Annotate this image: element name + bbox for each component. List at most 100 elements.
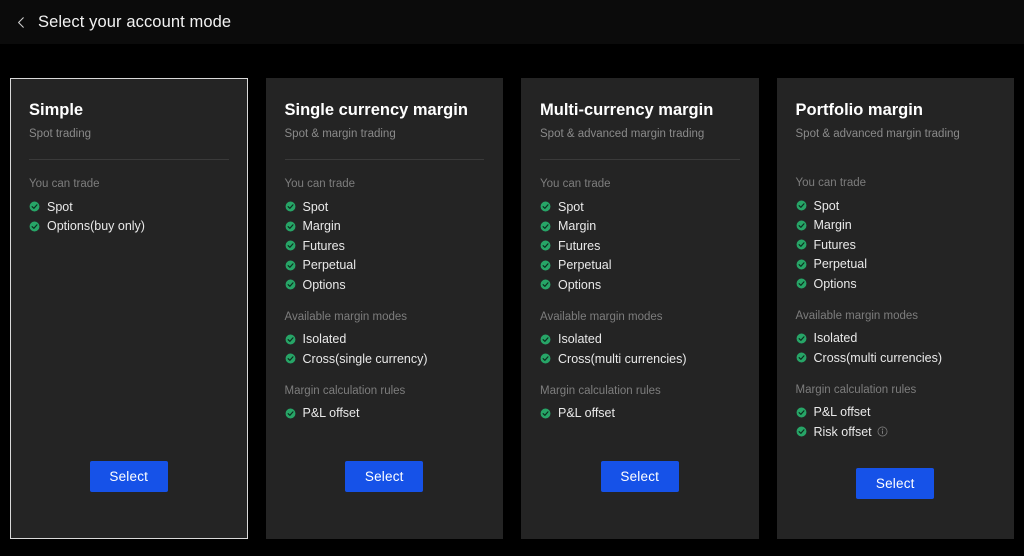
- feature-item: Options: [540, 275, 740, 295]
- check-circle-icon: [796, 200, 814, 211]
- feature-label: Futures: [558, 239, 600, 253]
- card-section: Available margin modes Isolated Cross(sing…: [285, 311, 485, 369]
- feature-list: Isolated Cross(multi currencies): [796, 329, 996, 368]
- feature-list: Spot Margin Futures Perpetual Options: [796, 196, 996, 294]
- check-circle-icon: [796, 352, 814, 363]
- card-section: Available margin modesIsolatedCross(mult…: [796, 310, 996, 368]
- feature-item: Isolated: [285, 330, 485, 350]
- feature-label: Cross(single currency): [303, 352, 428, 366]
- feature-item: Spot: [29, 197, 229, 217]
- feature-item: Margin: [796, 216, 996, 236]
- feature-label: Options: [558, 278, 601, 292]
- info-circle-icon[interactable]: [872, 426, 888, 437]
- feature-label: Spot: [303, 200, 329, 214]
- feature-label: Options: [814, 277, 857, 291]
- select-button[interactable]: Select: [90, 461, 168, 492]
- account-mode-card-multi-currency-margin[interactable]: Multi-currency margin Spot & advanced mar…: [521, 78, 759, 539]
- card-spacer: [29, 252, 229, 461]
- feature-label: Perpetual: [814, 257, 868, 271]
- feature-item: Cross(single currency): [285, 349, 485, 369]
- check-circle-icon: [540, 279, 558, 290]
- section-label: Margin calculation rules: [540, 385, 740, 397]
- feature-item: Isolated: [540, 330, 740, 350]
- card-title: Portfolio margin: [796, 101, 996, 121]
- account-mode-card-portfolio-margin[interactable]: Portfolio marginSpot & advanced margin t…: [777, 78, 1015, 539]
- check-circle-icon: [796, 278, 814, 289]
- feature-label: P&L offset: [303, 406, 360, 420]
- feature-label: Spot: [814, 199, 840, 213]
- account-mode-card-single-currency-margin[interactable]: Single currency margin Spot & margin trad…: [266, 78, 504, 539]
- page-header: Select your account mode: [0, 0, 1024, 44]
- card-divider: [540, 159, 740, 160]
- feature-label: Options: [303, 278, 346, 292]
- select-button[interactable]: Select: [601, 461, 679, 492]
- card-spacer: [285, 439, 485, 461]
- bottom-cutoff-text: [14, 541, 17, 551]
- feature-item: Cross(multi currencies): [796, 348, 996, 368]
- feature-item: Margin: [540, 217, 740, 237]
- card-title: Multi-currency margin: [540, 101, 740, 121]
- check-circle-icon: [540, 240, 558, 251]
- feature-list: Isolated Cross(single currency): [285, 330, 485, 369]
- check-circle-icon: [796, 426, 814, 437]
- check-circle-icon: [796, 407, 814, 418]
- card-subtitle: Spot & advanced margin trading: [540, 127, 740, 141]
- select-button-wrap: Select: [285, 461, 485, 538]
- check-circle-icon: [285, 408, 303, 419]
- check-circle-icon: [285, 240, 303, 251]
- feature-label: Cross(multi currencies): [814, 351, 943, 365]
- feature-label: Risk offset: [814, 425, 872, 439]
- feature-list: Spot MarginFutures Perpetual Options: [285, 197, 485, 295]
- card-section: You can trade Spot MarginFutures Perpetual O…: [285, 178, 485, 295]
- card-section: Available margin modes Isolated Cross(mult…: [540, 311, 740, 369]
- section-label: Available margin modes: [285, 311, 485, 323]
- feature-list: P&L offset Risk offset: [796, 403, 996, 442]
- check-circle-icon: [285, 201, 303, 212]
- check-circle-icon: [796, 239, 814, 250]
- feature-item: Margin: [285, 217, 485, 237]
- feature-item: Spot: [285, 197, 485, 217]
- card-subtitle: Spot & margin trading: [285, 127, 485, 141]
- feature-label: Isolated: [303, 332, 347, 346]
- card-section: You can trade Spot Margin Futures Perpetual O…: [796, 177, 996, 294]
- feature-list: P&L offset: [285, 404, 485, 424]
- section-label: You can trade: [285, 178, 485, 190]
- check-circle-icon: [796, 333, 814, 344]
- feature-label: Futures: [814, 238, 856, 252]
- card-title: Single currency margin: [285, 101, 485, 121]
- card-divider: [29, 159, 229, 160]
- chevron-left-icon: [15, 16, 28, 29]
- check-circle-icon: [796, 259, 814, 270]
- feature-item: Futures: [796, 235, 996, 255]
- section-label: You can trade: [796, 177, 996, 189]
- account-mode-card-simple[interactable]: SimpleSpot tradingYou can tradeSpotOptio…: [10, 78, 248, 539]
- section-label: Available margin modes: [540, 311, 740, 323]
- back-button[interactable]: [8, 9, 34, 35]
- feature-item: P&L offset: [796, 403, 996, 423]
- check-circle-icon: [540, 334, 558, 345]
- feature-label: Isolated: [814, 331, 858, 345]
- check-circle-icon: [540, 201, 558, 212]
- feature-list: Isolated Cross(multi currencies): [540, 330, 740, 369]
- account-mode-card-list: SimpleSpot tradingYou can tradeSpotOptio…: [10, 78, 1014, 539]
- card-section: Margin calculation rulesP&L offset: [285, 385, 485, 424]
- section-label: You can trade: [540, 178, 740, 190]
- check-circle-icon: [285, 353, 303, 364]
- feature-item: Perpetual: [285, 256, 485, 276]
- feature-label: Perpetual: [303, 258, 357, 272]
- feature-item: P&L offset: [285, 404, 485, 424]
- section-label: Margin calculation rules: [796, 384, 996, 396]
- check-circle-icon: [29, 221, 47, 232]
- check-circle-icon: [540, 221, 558, 232]
- feature-list: P&L offset: [540, 404, 740, 424]
- select-button[interactable]: Select: [856, 468, 934, 499]
- feature-item: Futures: [285, 236, 485, 256]
- card-section: Margin calculation rules P&L offset: [540, 385, 740, 424]
- feature-list: SpotMarginFuturesPerpetualOptions: [540, 197, 740, 295]
- feature-item: P&L offset: [540, 404, 740, 424]
- feature-label: Cross(multi currencies): [558, 352, 687, 366]
- check-circle-icon: [540, 353, 558, 364]
- select-button[interactable]: Select: [345, 461, 423, 492]
- feature-list: SpotOptions(buy only): [29, 197, 229, 236]
- card-section: Margin calculation rules P&L offset Risk o…: [796, 384, 996, 442]
